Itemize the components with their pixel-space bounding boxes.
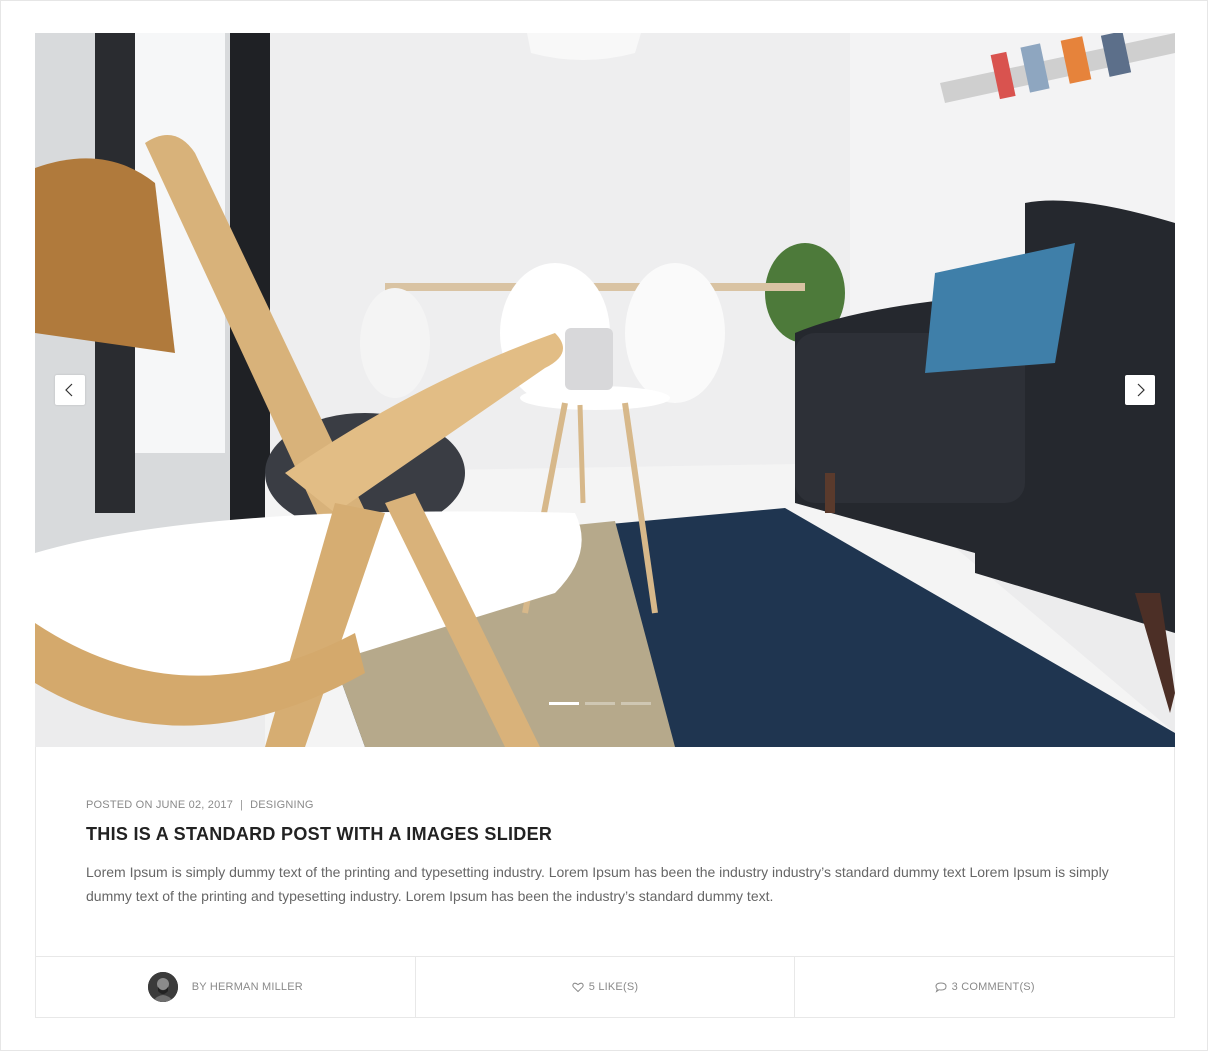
meta-separator: | — [240, 799, 244, 811]
post-excerpt: Lorem Ipsum is simply dummy text of the … — [86, 864, 1109, 904]
post-body: POSTED ON JUNE 02, 2017 | DESIGNING THIS I… — [86, 798, 1126, 908]
slider-dot-2[interactable] — [585, 702, 615, 705]
speech-bubble-icon — [935, 981, 947, 993]
slide-image — [35, 33, 1175, 747]
image-slider[interactable] — [35, 33, 1175, 747]
blog-post-card: POSTED ON JUNE 02, 2017 | DESIGNING THIS I… — [35, 33, 1175, 1018]
comments-link[interactable]: 3 COMMENT(S) — [935, 981, 1035, 993]
slider-pagination — [549, 702, 651, 706]
slider-dot-3[interactable] — [621, 702, 651, 705]
likes-count: 5 LIKE(S) — [588, 981, 639, 993]
likes-cell: 5 LIKE(S) — [416, 957, 796, 1017]
post-title[interactable]: THIS IS A STANDARD POST WITH A IMAGES SL… — [86, 822, 1126, 846]
post-meta: POSTED ON JUNE 02, 2017 | DESIGNING — [86, 798, 1126, 812]
author-link[interactable]: BY HERMAN MILLER — [147, 972, 303, 1002]
slider-prev-button[interactable] — [55, 375, 85, 405]
author-cell: BY HERMAN MILLER — [36, 957, 416, 1017]
post-date: POSTED ON JUNE 02, 2017 — [86, 799, 234, 811]
comments-count: 3 COMMENT(S) — [951, 981, 1035, 993]
author-name: BY HERMAN MILLER — [191, 981, 303, 993]
avatar — [147, 972, 178, 1002]
post-category-link[interactable]: DESIGNING — [250, 799, 314, 811]
heart-icon — [572, 981, 584, 993]
slider-dot-1[interactable] — [549, 702, 579, 705]
chevron-left-icon — [65, 383, 73, 397]
post-footer: BY HERMAN MILLER 5 LIKE(S) 3 COMMENT(S) — [36, 956, 1174, 1017]
slider-next-button[interactable] — [1125, 375, 1155, 405]
like-button[interactable]: 5 LIKE(S) — [572, 981, 639, 993]
comments-cell: 3 COMMENT(S) — [795, 957, 1174, 1017]
chevron-right-icon — [1137, 383, 1145, 397]
